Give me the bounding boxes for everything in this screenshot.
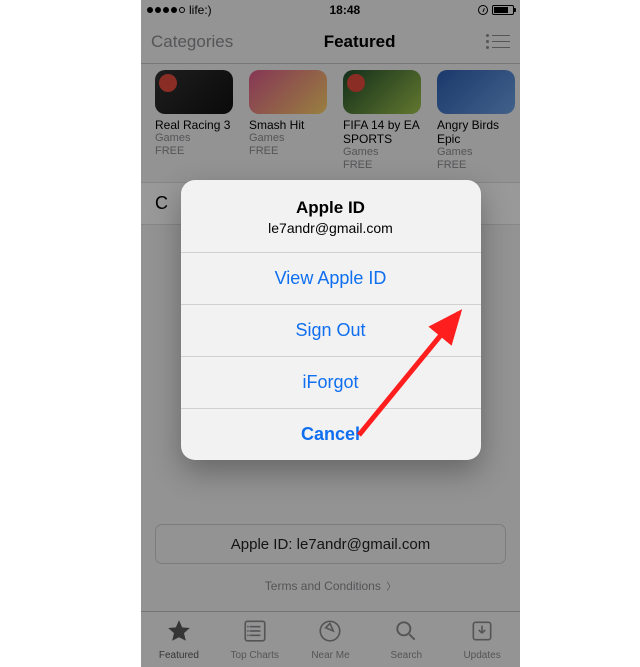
apple-id-alert: Apple ID le7andr@gmail.com View Apple ID…	[181, 180, 481, 460]
cancel-button[interactable]: Cancel	[181, 408, 481, 460]
alert-header: Apple ID le7andr@gmail.com	[181, 180, 481, 252]
alert-subtitle: le7andr@gmail.com	[197, 220, 465, 236]
phone-screen: life:) 18:48 Categories Featured Real Ra…	[141, 0, 520, 667]
sign-out-button[interactable]: Sign Out	[181, 304, 481, 356]
alert-title: Apple ID	[197, 198, 465, 218]
iforgot-button[interactable]: iForgot	[181, 356, 481, 408]
view-apple-id-button[interactable]: View Apple ID	[181, 252, 481, 304]
